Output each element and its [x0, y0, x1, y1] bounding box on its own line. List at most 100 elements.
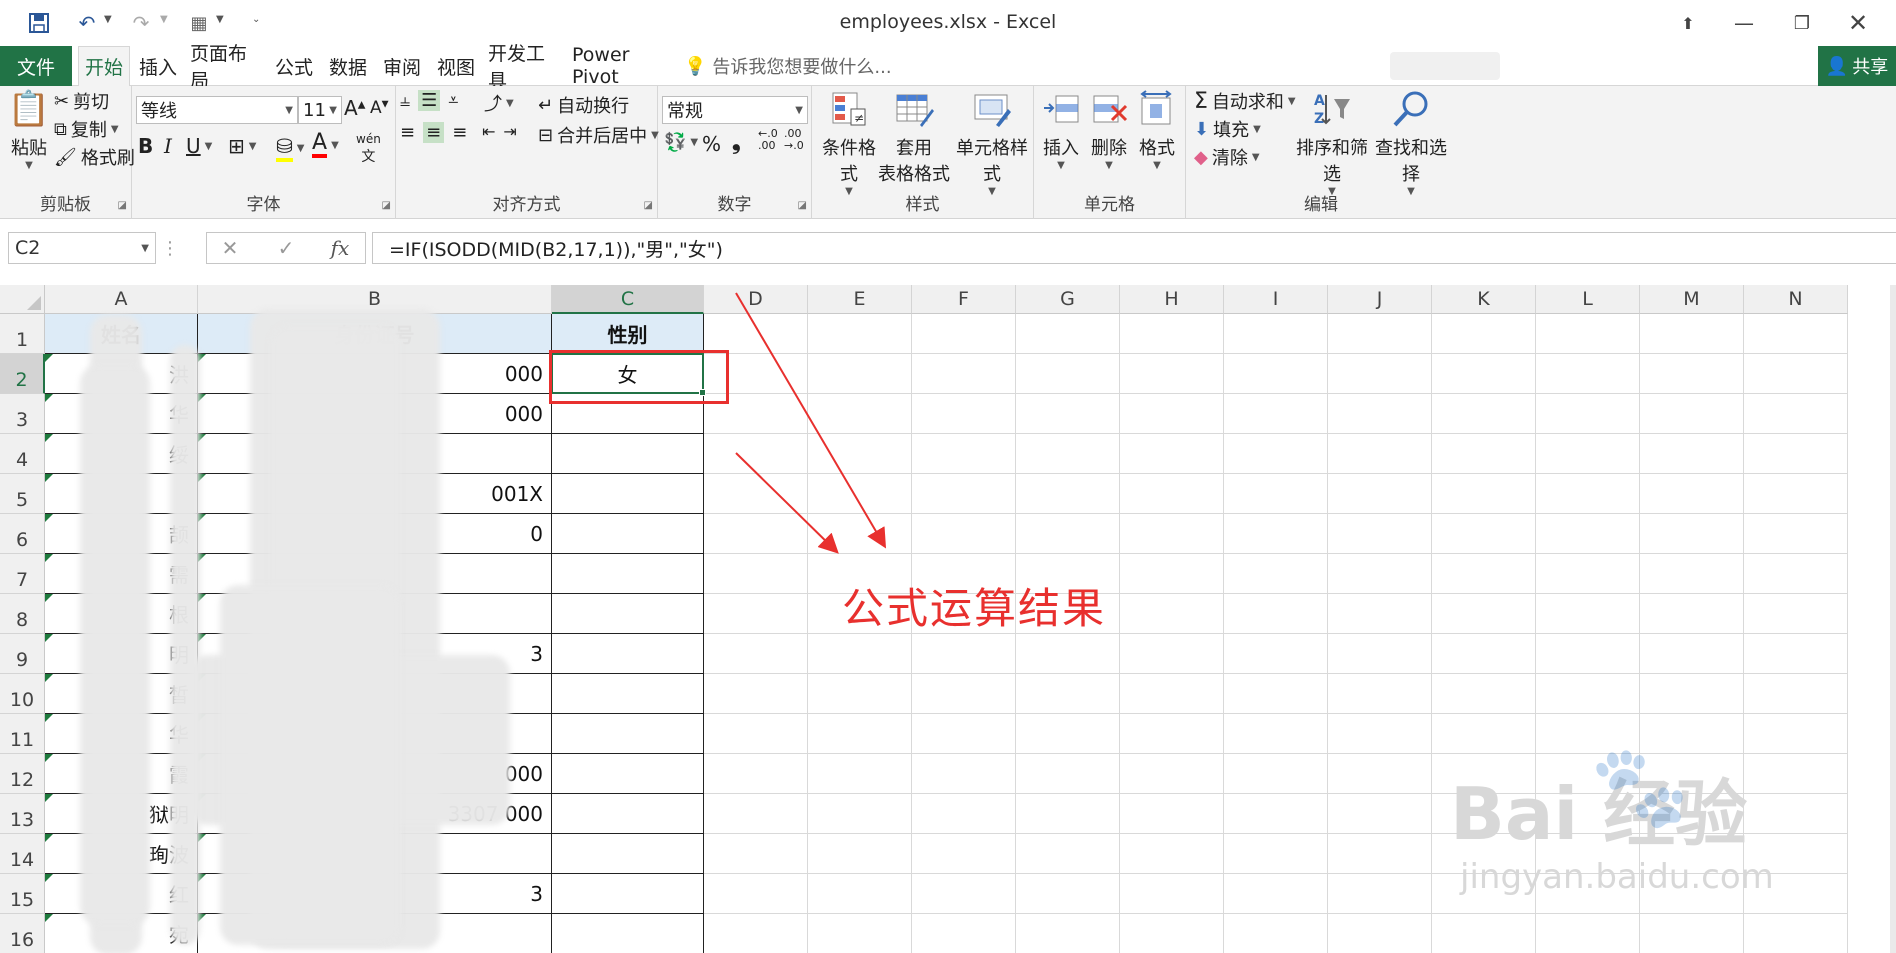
- name-box[interactable]: C2 ▼: [8, 232, 156, 264]
- ribbon-home: 📋 粘贴 ▼ ✂ 剪切 ⧉ 复制 ▼ 🖌 格式刷 剪贴板 ◪ 等线 ▼ 11 ▼ A▲ A▼…: [0, 86, 1896, 219]
- format-painter-label: 格式刷: [80, 148, 135, 169]
- group-label-clipboard: 剪贴板: [40, 195, 91, 215]
- grow-font-button[interactable]: A▲: [344, 96, 365, 120]
- align-center-icon[interactable]: ≡: [423, 122, 445, 143]
- share-button[interactable]: 👤 共享: [1818, 46, 1896, 86]
- worksheet-grid[interactable]: ABCDEFGHIJKLMN12345678910111213141516姓名身…: [0, 285, 1896, 953]
- font-color-dropdown-icon: ▼: [331, 139, 339, 151]
- accounting-format-button[interactable]: 💱 ▼: [664, 132, 698, 153]
- align-right-icon[interactable]: ≡: [452, 122, 467, 143]
- paste-button[interactable]: 📋 粘贴 ▼: [6, 86, 52, 171]
- group-label-editing: 编辑: [1304, 195, 1338, 215]
- wrap-text-button[interactable]: ↵ 自动换行: [538, 92, 629, 118]
- shrink-font-button[interactable]: A▼: [370, 98, 389, 118]
- format-as-table-button[interactable]: 套用 表格格式: [878, 86, 950, 186]
- tab-developer[interactable]: 开发工具: [488, 43, 560, 92]
- find-select-button[interactable]: 查找和选择 ▼: [1370, 86, 1452, 197]
- format-cells-button[interactable]: 格式 ▼: [1134, 86, 1180, 171]
- brush-icon: 🖌: [54, 146, 77, 168]
- insert-function-icon[interactable]: fx: [318, 232, 362, 264]
- fill-color-dropdown-icon: ▼: [296, 142, 305, 154]
- number-launcher-icon[interactable]: ◪: [798, 200, 807, 211]
- tell-me-box[interactable]: 💡 告诉我您想要做什么...: [684, 46, 892, 86]
- tab-formulas[interactable]: 公式: [272, 46, 316, 86]
- autosum-button[interactable]: Σ 自动求和 ▼: [1194, 88, 1296, 114]
- delete-cells-button[interactable]: 删除 ▼: [1086, 86, 1132, 171]
- fill-label: 填充: [1213, 120, 1250, 141]
- wrap-text-label: 自动换行: [557, 96, 630, 117]
- number-format-select[interactable]: 常规 ▼: [662, 96, 808, 124]
- grow-font-icon: A▲: [344, 96, 366, 120]
- formula-bar: C2 ▼ ⋮ ✕ ✓ fx =IF(ISODD(MID(B2,17,1)),"男…: [0, 219, 1896, 277]
- tab-review[interactable]: 审阅: [380, 46, 424, 86]
- minimize-icon[interactable]: —: [1724, 8, 1764, 38]
- tab-home[interactable]: 开始: [78, 46, 130, 87]
- font-color-button[interactable]: A ▼: [312, 132, 339, 158]
- formula-text: =IF(ISODD(MID(B2,17,1)),"男","女"): [389, 238, 723, 261]
- borders-button[interactable]: ⊞ ▼: [228, 134, 256, 158]
- font-size-select[interactable]: 11 ▼: [298, 96, 342, 124]
- tab-page-layout[interactable]: 页面布局: [190, 43, 262, 92]
- comma-icon: ❟: [732, 130, 741, 155]
- enter-entry-icon[interactable]: ✓: [264, 232, 308, 264]
- annotation-text: 公式运算结果: [842, 584, 1107, 633]
- decrease-decimal-button[interactable]: .00 →.0: [784, 128, 804, 152]
- cancel-entry-icon[interactable]: ✕: [208, 232, 252, 264]
- tab-insert[interactable]: 插入: [136, 46, 180, 86]
- sort-filter-button[interactable]: AZ 排序和筛选 ▼: [1292, 86, 1372, 197]
- increase-indent-icon[interactable]: ⇥: [503, 122, 516, 141]
- orientation-dropdown-icon: ▼: [506, 97, 514, 109]
- comma-button[interactable]: ❟: [732, 130, 741, 155]
- restore-icon[interactable]: ❐: [1782, 8, 1822, 38]
- merge-center-button[interactable]: ⊟ 合并后居中 ▼: [538, 122, 659, 148]
- tab-view[interactable]: 视图: [434, 46, 478, 86]
- tab-file[interactable]: 文件: [0, 46, 72, 86]
- conditional-format-button[interactable]: ≠ 条件格式 ▼: [814, 86, 884, 197]
- delete-cells-dropdown-icon: ▼: [1105, 160, 1113, 171]
- percent-icon: %: [702, 132, 722, 156]
- formula-input[interactable]: =IF(ISODD(MID(B2,17,1)),"男","女"): [372, 232, 1896, 264]
- fill-down-icon: ⬇: [1194, 118, 1210, 140]
- delete-cells-label: 删除: [1091, 138, 1127, 159]
- tab-data[interactable]: 数据: [326, 46, 370, 86]
- orientation-button[interactable]: ⤴ ▼: [484, 90, 514, 116]
- format-painter-button[interactable]: 🖌 格式刷: [54, 144, 135, 170]
- copy-button[interactable]: ⧉ 复制 ▼: [54, 116, 119, 142]
- tab-power-pivot[interactable]: Power Pivot: [572, 44, 668, 88]
- font-launcher-icon[interactable]: ◪: [382, 200, 391, 211]
- insert-cells-button[interactable]: 插入 ▼: [1038, 86, 1084, 171]
- phonetic-button[interactable]: wén 文: [356, 132, 381, 166]
- align-top-icon[interactable]: ⫨: [400, 90, 410, 111]
- clipboard-launcher-icon[interactable]: ◪: [118, 200, 127, 211]
- font-name-select[interactable]: 等线 ▼: [136, 96, 298, 124]
- close-icon[interactable]: ✕: [1838, 8, 1878, 38]
- delete-cells-icon: [1086, 86, 1132, 132]
- align-middle-icon[interactable]: ☰: [418, 90, 441, 111]
- decrease-indent-icon[interactable]: ⇤: [482, 122, 495, 141]
- bold-button[interactable]: B: [138, 134, 153, 158]
- cut-label: 剪切: [73, 92, 110, 113]
- group-label-number: 数字: [717, 195, 752, 215]
- increase-decimal-button[interactable]: ←.0 .00: [758, 128, 778, 152]
- align-bottom-icon[interactable]: ⩡: [448, 90, 458, 111]
- clear-button[interactable]: ◆ 清除 ▼: [1194, 144, 1260, 170]
- group-clipboard: 📋 粘贴 ▼ ✂ 剪切 ⧉ 复制 ▼ 🖌 格式刷 剪贴板 ◪: [0, 86, 135, 219]
- ribbon-display-icon[interactable]: ⬆: [1668, 8, 1708, 38]
- underline-button[interactable]: U ▼: [186, 134, 212, 158]
- alignment-launcher-icon[interactable]: ◪: [644, 200, 653, 211]
- clear-dropdown-icon: ▼: [1251, 151, 1260, 163]
- cut-button[interactable]: ✂ 剪切: [54, 88, 109, 114]
- font-name-value: 等线: [141, 101, 177, 122]
- percent-button[interactable]: %: [702, 132, 721, 156]
- magnifier-icon: [1388, 86, 1434, 132]
- fill-button[interactable]: ⬇ 填充 ▼: [1194, 116, 1261, 142]
- eraser-icon: ◆: [1194, 146, 1208, 168]
- cell-styles-button[interactable]: 单元格样式 ▼: [950, 86, 1034, 197]
- italic-button[interactable]: I: [164, 134, 172, 158]
- align-left-icon[interactable]: ≡: [400, 122, 415, 143]
- paste-label: 粘贴: [11, 138, 47, 159]
- group-label-alignment: 对齐方式: [492, 195, 561, 215]
- account-area: [1390, 52, 1500, 80]
- fill-color-button[interactable]: ⛁ ▼: [276, 134, 304, 162]
- fill-bucket-icon: ⛁: [276, 134, 293, 162]
